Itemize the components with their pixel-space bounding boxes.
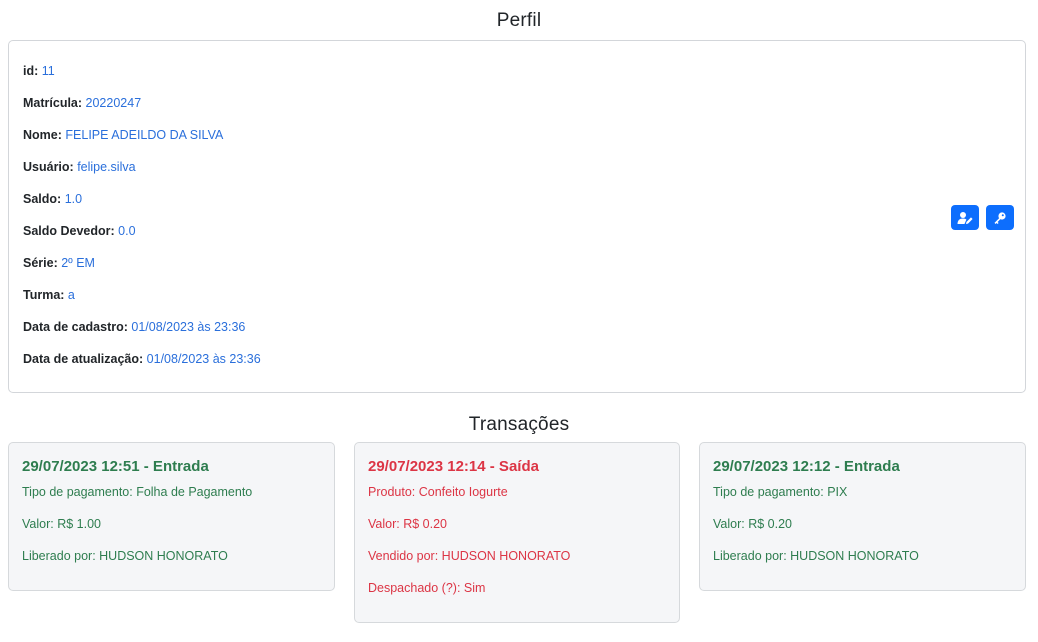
transaction-detail: Liberado por: HUDSON HONORATO <box>22 549 228 563</box>
field-saldo: Saldo: 1.0 <box>23 191 82 207</box>
field-usuario: Usuário: felipe.silva <box>23 159 136 175</box>
transaction-card: 29/07/2023 12:51 - Entrada Tipo de pagam… <box>8 442 335 591</box>
transactions-title: Transações <box>468 414 570 435</box>
field-value: 01/08/2023 às 23:36 <box>146 352 261 366</box>
field-label: Nome: <box>23 128 62 142</box>
profile-card: id: 11 Matrícula: 20220247 Nome: FELIPE … <box>8 40 1026 393</box>
edit-profile-button[interactable] <box>951 205 979 230</box>
field-value: 01/08/2023 às 23:36 <box>131 320 246 334</box>
field-value: 1.0 <box>64 192 83 206</box>
field-label: Saldo Devedor: <box>23 224 115 238</box>
transaction-card: 29/07/2023 12:12 - Entrada Tipo de pagam… <box>699 442 1026 591</box>
transaction-heading: 29/07/2023 12:12 - Entrada <box>713 458 900 475</box>
transaction-detail: Despachado (?): Sim <box>368 581 486 595</box>
transaction-detail: Valor: R$ 1.00 <box>22 517 101 531</box>
field-value: FELIPE ADEILDO DA SILVA <box>65 128 224 142</box>
field-id: id: 11 <box>23 63 55 79</box>
transaction-detail: Tipo de pagamento: Folha de Pagamento <box>22 485 253 499</box>
field-nome: Nome: FELIPE ADEILDO DA SILVA <box>23 127 223 143</box>
transaction-detail: Produto: Confeito Iogurte <box>368 485 508 499</box>
key-icon <box>994 211 1006 224</box>
field-saldo-devedor: Saldo Devedor: 0.0 <box>23 223 136 239</box>
field-value: felipe.silva <box>77 160 136 174</box>
field-value: 11 <box>41 64 55 78</box>
field-serie: Série: 2º EM <box>23 255 95 271</box>
field-label: id: <box>23 64 39 78</box>
field-matricula: Matrícula: 20220247 <box>23 95 141 111</box>
field-label: Turma: <box>23 288 65 302</box>
field-label: Data de atualização: <box>23 352 144 366</box>
change-password-button[interactable] <box>986 205 1014 230</box>
transaction-heading: 29/07/2023 12:14 - Saída <box>368 458 539 475</box>
field-label: Data de cadastro: <box>23 320 128 334</box>
field-label: Saldo: <box>23 192 62 206</box>
field-label: Matrícula: <box>23 96 83 110</box>
transaction-detail: Liberado por: HUDSON HONORATO <box>713 549 919 563</box>
field-label: Usuário: <box>23 160 74 174</box>
field-value: 2º EM <box>61 256 95 270</box>
field-value: 20220247 <box>85 96 142 110</box>
transaction-detail: Valor: R$ 0.20 <box>713 517 792 531</box>
transaction-heading: 29/07/2023 12:51 - Entrada <box>22 458 209 475</box>
transaction-card: 29/07/2023 12:14 - Saída Produto: Confei… <box>354 442 680 623</box>
field-label: Série: <box>23 256 58 270</box>
profile-title: Perfil <box>496 10 542 31</box>
user-edit-icon <box>957 211 973 224</box>
field-value: 0.0 <box>118 224 136 238</box>
transaction-detail: Tipo de pagamento: PIX <box>713 485 848 499</box>
field-turma: Turma: a <box>23 287 75 303</box>
transaction-detail: Vendido por: HUDSON HONORATO <box>368 549 571 563</box>
field-value: a <box>67 288 75 302</box>
field-data-cadastro: Data de cadastro: 01/08/2023 às 23:36 <box>23 319 245 335</box>
field-data-atualizacao: Data de atualização: 01/08/2023 às 23:36 <box>23 351 261 367</box>
transaction-detail: Valor: R$ 0.20 <box>368 517 447 531</box>
